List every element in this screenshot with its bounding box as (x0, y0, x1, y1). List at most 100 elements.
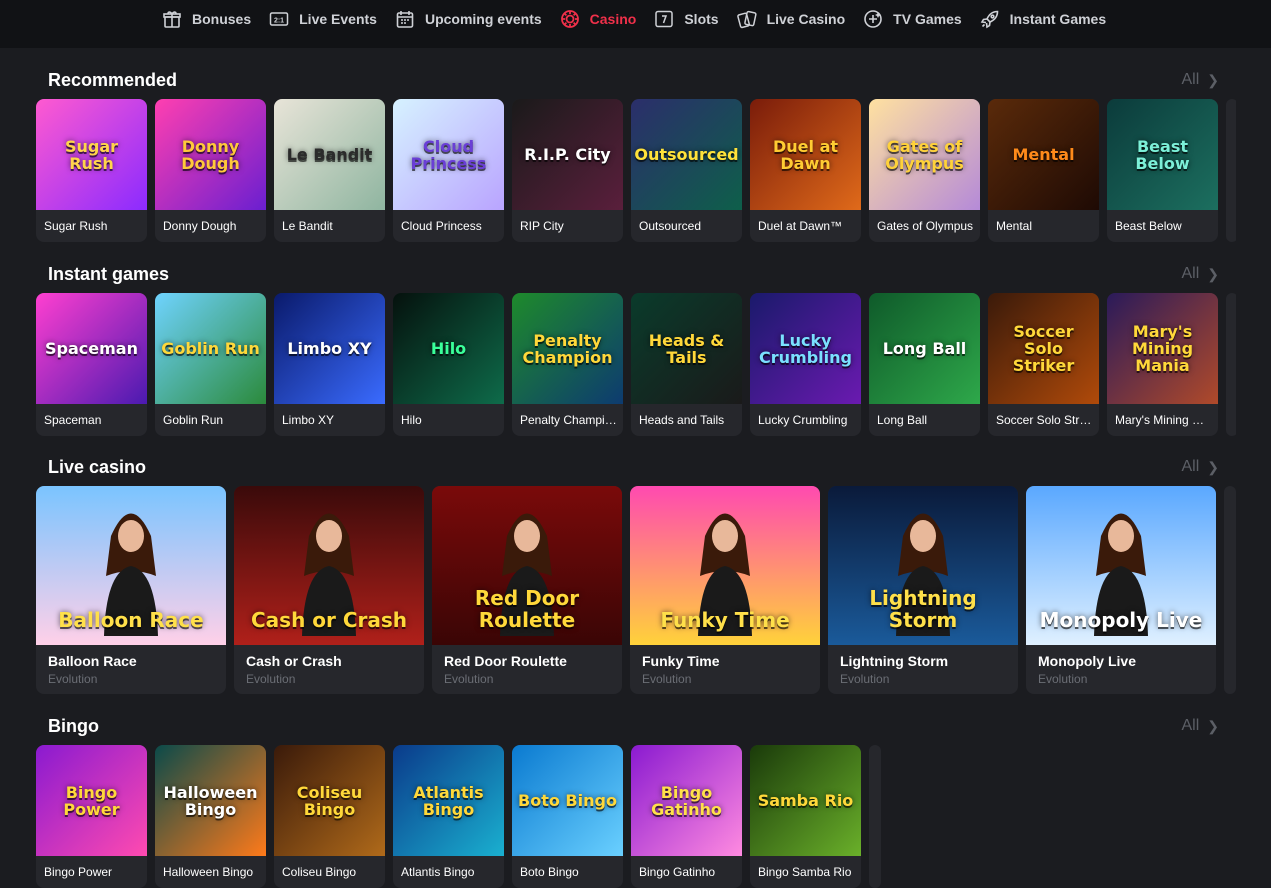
all-link-instant-games[interactable]: All ❯ (1181, 265, 1219, 283)
nav-item-upcoming-events[interactable]: Upcoming events (395, 0, 542, 38)
game-thumbnail: R.I.P. City (512, 99, 623, 210)
game-title: Donny Dough (163, 219, 237, 233)
section-instant-games: Instant games All ❯ Spaceman Spaceman Gobl… (0, 262, 1271, 438)
game-card-mental[interactable]: Mental Mental (988, 99, 1099, 242)
game-card-limbo-xy[interactable]: Limbo XY Limbo XY (274, 293, 385, 436)
nav-item-label: Instant Games (1009, 11, 1107, 27)
game-title: Bingo Samba Rio (758, 865, 852, 879)
nav-item-bonuses[interactable]: Bonuses (162, 0, 251, 38)
game-logo-text: Long Ball (882, 339, 967, 358)
game-title: Le Bandit (282, 219, 333, 233)
game-title: Funky Time (642, 653, 720, 669)
game-card-gates-of-olympus[interactable]: Gates of Olympus Gates of Olympus (869, 99, 980, 242)
game-card-hilo[interactable]: Hilo Hilo (393, 293, 504, 436)
nav-item-live-casino[interactable]: Live Casino (736, 0, 845, 38)
game-thumbnail: Bingo Gatinho (631, 745, 742, 856)
top-navigation: Bonuses 2:1 Live Events Upcoming events Casi… (0, 0, 1271, 48)
game-card-lucky-crumbling[interactable]: Lucky Crumbling Lucky Crumbling (750, 293, 861, 436)
game-card-spaceman[interactable]: Spaceman Spaceman (36, 293, 147, 436)
game-card-outsourced[interactable]: Outsourced Outsourced (631, 99, 742, 242)
live-game-card-funky-time[interactable]: Funky Time Funky Time Evolution (630, 486, 820, 694)
nav-item-instant-games[interactable]: Instant Games (980, 0, 1106, 38)
nav-item-slots[interactable]: Slots (654, 0, 719, 38)
game-thumbnail: Penalty Champion (512, 293, 623, 404)
all-link-bingo[interactable]: All ❯ (1181, 717, 1219, 735)
game-card-goblin-run[interactable]: Goblin Run Goblin Run (155, 293, 266, 436)
nav-item-label: Bonuses (192, 11, 252, 27)
game-title: Mary's Mining Mania (1115, 413, 1218, 427)
game-card-bingo-gatinho[interactable]: Bingo Gatinho Bingo Gatinho (631, 745, 742, 888)
game-card-soccer-solo-striker[interactable]: Soccer Solo Striker Soccer Solo Striker (988, 293, 1099, 436)
live-game-card-monopoly-live[interactable]: Monopoly Live Monopoly Live Evolution (1026, 486, 1216, 694)
game-card-long-ball[interactable]: Long Ball Long Ball (869, 293, 980, 436)
all-link-live-casino[interactable]: All ❯ (1181, 458, 1219, 476)
game-thumbnail: Long Ball (869, 293, 980, 404)
game-provider: Evolution (444, 672, 494, 686)
game-logo-text: Mental (1012, 145, 1075, 164)
all-label: All (1181, 265, 1200, 282)
game-card-halloween-bingo[interactable]: Halloween Bingo Halloween Bingo (155, 745, 266, 888)
game-title: Monopoly Live (1038, 653, 1136, 669)
nav-item-tv-games[interactable]: TV Games (863, 0, 962, 38)
cards-icon (736, 9, 757, 29)
game-card-bingo-samba-rio[interactable]: Samba Rio Bingo Samba Rio (750, 745, 861, 888)
game-logo-text: Funky Time (660, 608, 790, 632)
section-title: Live casino (48, 457, 147, 477)
live-game-card-cash-or-crash[interactable]: Cash or Crash Cash or Crash Evolution (234, 486, 424, 694)
game-card-coliseu-bingo[interactable]: Coliseu Bingo Coliseu Bingo (274, 745, 385, 888)
all-label: All (1181, 458, 1200, 475)
nav-item-casino[interactable]: Casino (560, 0, 637, 38)
game-card-duel-at-dawn[interactable]: Duel at Dawn Duel at Dawn™ (750, 99, 861, 242)
game-logo-text: Spaceman (45, 339, 138, 358)
game-card-mary-s-mining-mania[interactable]: Mary's Mining Mania Mary's Mining Mania (1107, 293, 1218, 436)
live-game-card-partial[interactable] (1224, 486, 1236, 694)
game-thumbnail: Beast Below (1107, 99, 1218, 210)
game-card-le-bandit[interactable]: Le Bandit Le Bandit (274, 99, 385, 242)
game-card-cloud-princess[interactable]: Cloud Princess Cloud Princess (393, 99, 504, 242)
live-game-card-red-door-roulette[interactable]: Red Door Roulette Red Door Roulette Evolut… (432, 486, 622, 694)
nav-item-label: Casino (589, 11, 637, 27)
game-logo-text: Gates of Olympus (885, 136, 964, 173)
game-thumbnail: Gates of Olympus (869, 99, 980, 210)
game-card-penalty-champion[interactable]: Penalty Champion Penalty Champion (512, 293, 623, 436)
game-card-partial[interactable] (1226, 293, 1236, 436)
all-label: All (1181, 717, 1200, 734)
game-thumbnail: Outsourced (631, 99, 742, 210)
game-card-sugar-rush[interactable]: Sugar Rush Sugar Rush (36, 99, 147, 242)
game-logo-text: Limbo XY (287, 339, 372, 358)
live-game-thumbnail: Cash or Crash (234, 486, 424, 645)
all-link-recommended[interactable]: All ❯ (1181, 71, 1219, 89)
game-card-heads-and-tails[interactable]: Heads & Tails Heads and Tails (631, 293, 742, 436)
game-card-rip-city[interactable]: R.I.P. City RIP City (512, 99, 623, 242)
games-row-recommended[interactable]: Sugar Rush Sugar Rush Donny Dough Donny Dou… (36, 99, 1236, 242)
game-logo-text: Mary's Mining Mania (1131, 322, 1194, 375)
game-title: Penalty Champion (520, 413, 619, 427)
game-card-donny-dough[interactable]: Donny Dough Donny Dough (155, 99, 266, 242)
live-game-card-lightning-storm[interactable]: Lightning Storm Lightning Storm Evolution (828, 486, 1018, 694)
section-bingo: Bingo All ❯ Bingo Power Bingo Power Hallow… (0, 714, 1271, 888)
games-row-instant[interactable]: Spaceman Spaceman Goblin Run Goblin Run Limb… (36, 293, 1236, 436)
game-thumbnail: Spaceman (36, 293, 147, 404)
live-game-thumbnail: Lightning Storm (828, 486, 1018, 645)
game-card-bingo-power[interactable]: Bingo Power Bingo Power (36, 745, 147, 888)
game-card-partial[interactable] (1226, 99, 1236, 242)
game-card-boto-bingo[interactable]: Boto Bingo Boto Bingo (512, 745, 623, 888)
game-card-atlantis-bingo[interactable]: Atlantis Bingo Atlantis Bingo (393, 745, 504, 888)
game-title: Beast Below (1115, 219, 1182, 233)
game-logo-text: Heads & Tails (648, 330, 725, 367)
nav-item-live-events[interactable]: 2:1 Live Events (269, 0, 377, 38)
game-logo-text: Cloud Princess (410, 136, 487, 173)
game-thumbnail: Donny Dough (155, 99, 266, 210)
game-card-beast-below[interactable]: Beast Below Beast Below (1107, 99, 1218, 242)
game-title: Cash or Crash (246, 653, 342, 669)
game-title: Long Ball (877, 413, 928, 427)
games-row-bingo[interactable]: Bingo Power Bingo Power Halloween Bingo Hal… (36, 745, 1236, 888)
live-events-icon: 2:1 (269, 9, 289, 29)
game-title: Gates of Olympus (877, 219, 974, 233)
game-card-partial[interactable] (869, 745, 881, 888)
live-game-card-balloon-race[interactable]: Balloon Race Balloon Race Evolution (36, 486, 226, 694)
game-thumbnail: Soccer Solo Striker (988, 293, 1099, 404)
game-title: Red Door Roulette (444, 653, 567, 669)
games-row-live[interactable]: Balloon Race Balloon Race Evolution Cash or… (36, 486, 1236, 694)
tv-games-icon (863, 9, 883, 29)
